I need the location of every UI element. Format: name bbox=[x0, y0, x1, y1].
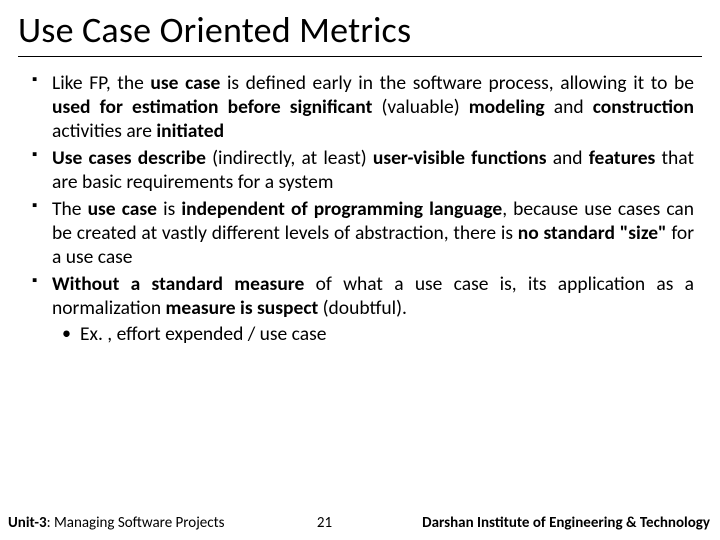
text-bold: used for estimation before significant bbox=[52, 95, 372, 119]
slide: Use Case Oriented Metrics Like FP, the u… bbox=[0, 0, 720, 540]
text: (doubtful). bbox=[318, 296, 407, 320]
list-item: Like FP, the use case is defined early i… bbox=[32, 71, 694, 143]
text: The bbox=[52, 197, 88, 221]
institute-name: Darshan Institute of Engineering & Techn… bbox=[354, 514, 710, 532]
list-item: Ex. , effort expended / use case bbox=[52, 322, 694, 346]
text-bold: construction bbox=[593, 95, 694, 119]
text-bold: Without a standard measure bbox=[52, 272, 304, 296]
text-bold: features bbox=[589, 146, 656, 170]
list-item: The use case is independent of programmi… bbox=[32, 197, 694, 269]
text: Like FP, the bbox=[52, 71, 150, 95]
text-bold: Use cases describe bbox=[52, 146, 206, 170]
slide-content: Like FP, the use case is defined early i… bbox=[18, 71, 702, 349]
unit-title: : Managing Software Projects bbox=[47, 514, 225, 532]
unit-number: Unit-3 bbox=[8, 514, 47, 532]
text: is bbox=[157, 197, 181, 221]
text: is defined early in the software process… bbox=[220, 71, 694, 95]
text: and bbox=[547, 146, 589, 170]
list-item: Without a standard measure of what a use… bbox=[32, 272, 694, 346]
footer: Unit-3: Managing Software Projects 21 Da… bbox=[0, 514, 720, 532]
text-bold: modeling bbox=[469, 95, 545, 119]
slide-title: Use Case Oriented Metrics bbox=[18, 8, 702, 57]
list-item: Use cases describe (indirectly, at least… bbox=[32, 146, 694, 194]
text-bold: measure is suspect bbox=[166, 296, 319, 320]
bullet-list: Like FP, the use case is defined early i… bbox=[32, 71, 694, 346]
text: (indirectly, at least) bbox=[206, 146, 373, 170]
unit-label: Unit-3: Managing Software Projects bbox=[8, 514, 224, 532]
page-number: 21 bbox=[294, 514, 354, 532]
text: and bbox=[545, 95, 593, 119]
text: Ex. , effort expended / use case bbox=[80, 322, 326, 346]
text-bold: no standard "size" bbox=[518, 221, 667, 245]
text: (valuable) bbox=[372, 95, 468, 119]
text-bold: user-visible functions bbox=[373, 146, 547, 170]
sublist: Ex. , effort expended / use case bbox=[52, 322, 694, 346]
text-bold: use case bbox=[88, 197, 157, 221]
text-bold: initiated bbox=[156, 119, 224, 143]
text: activities are bbox=[52, 119, 156, 143]
text-bold: independent of programming language bbox=[181, 197, 502, 221]
text-bold: use case bbox=[150, 71, 220, 95]
